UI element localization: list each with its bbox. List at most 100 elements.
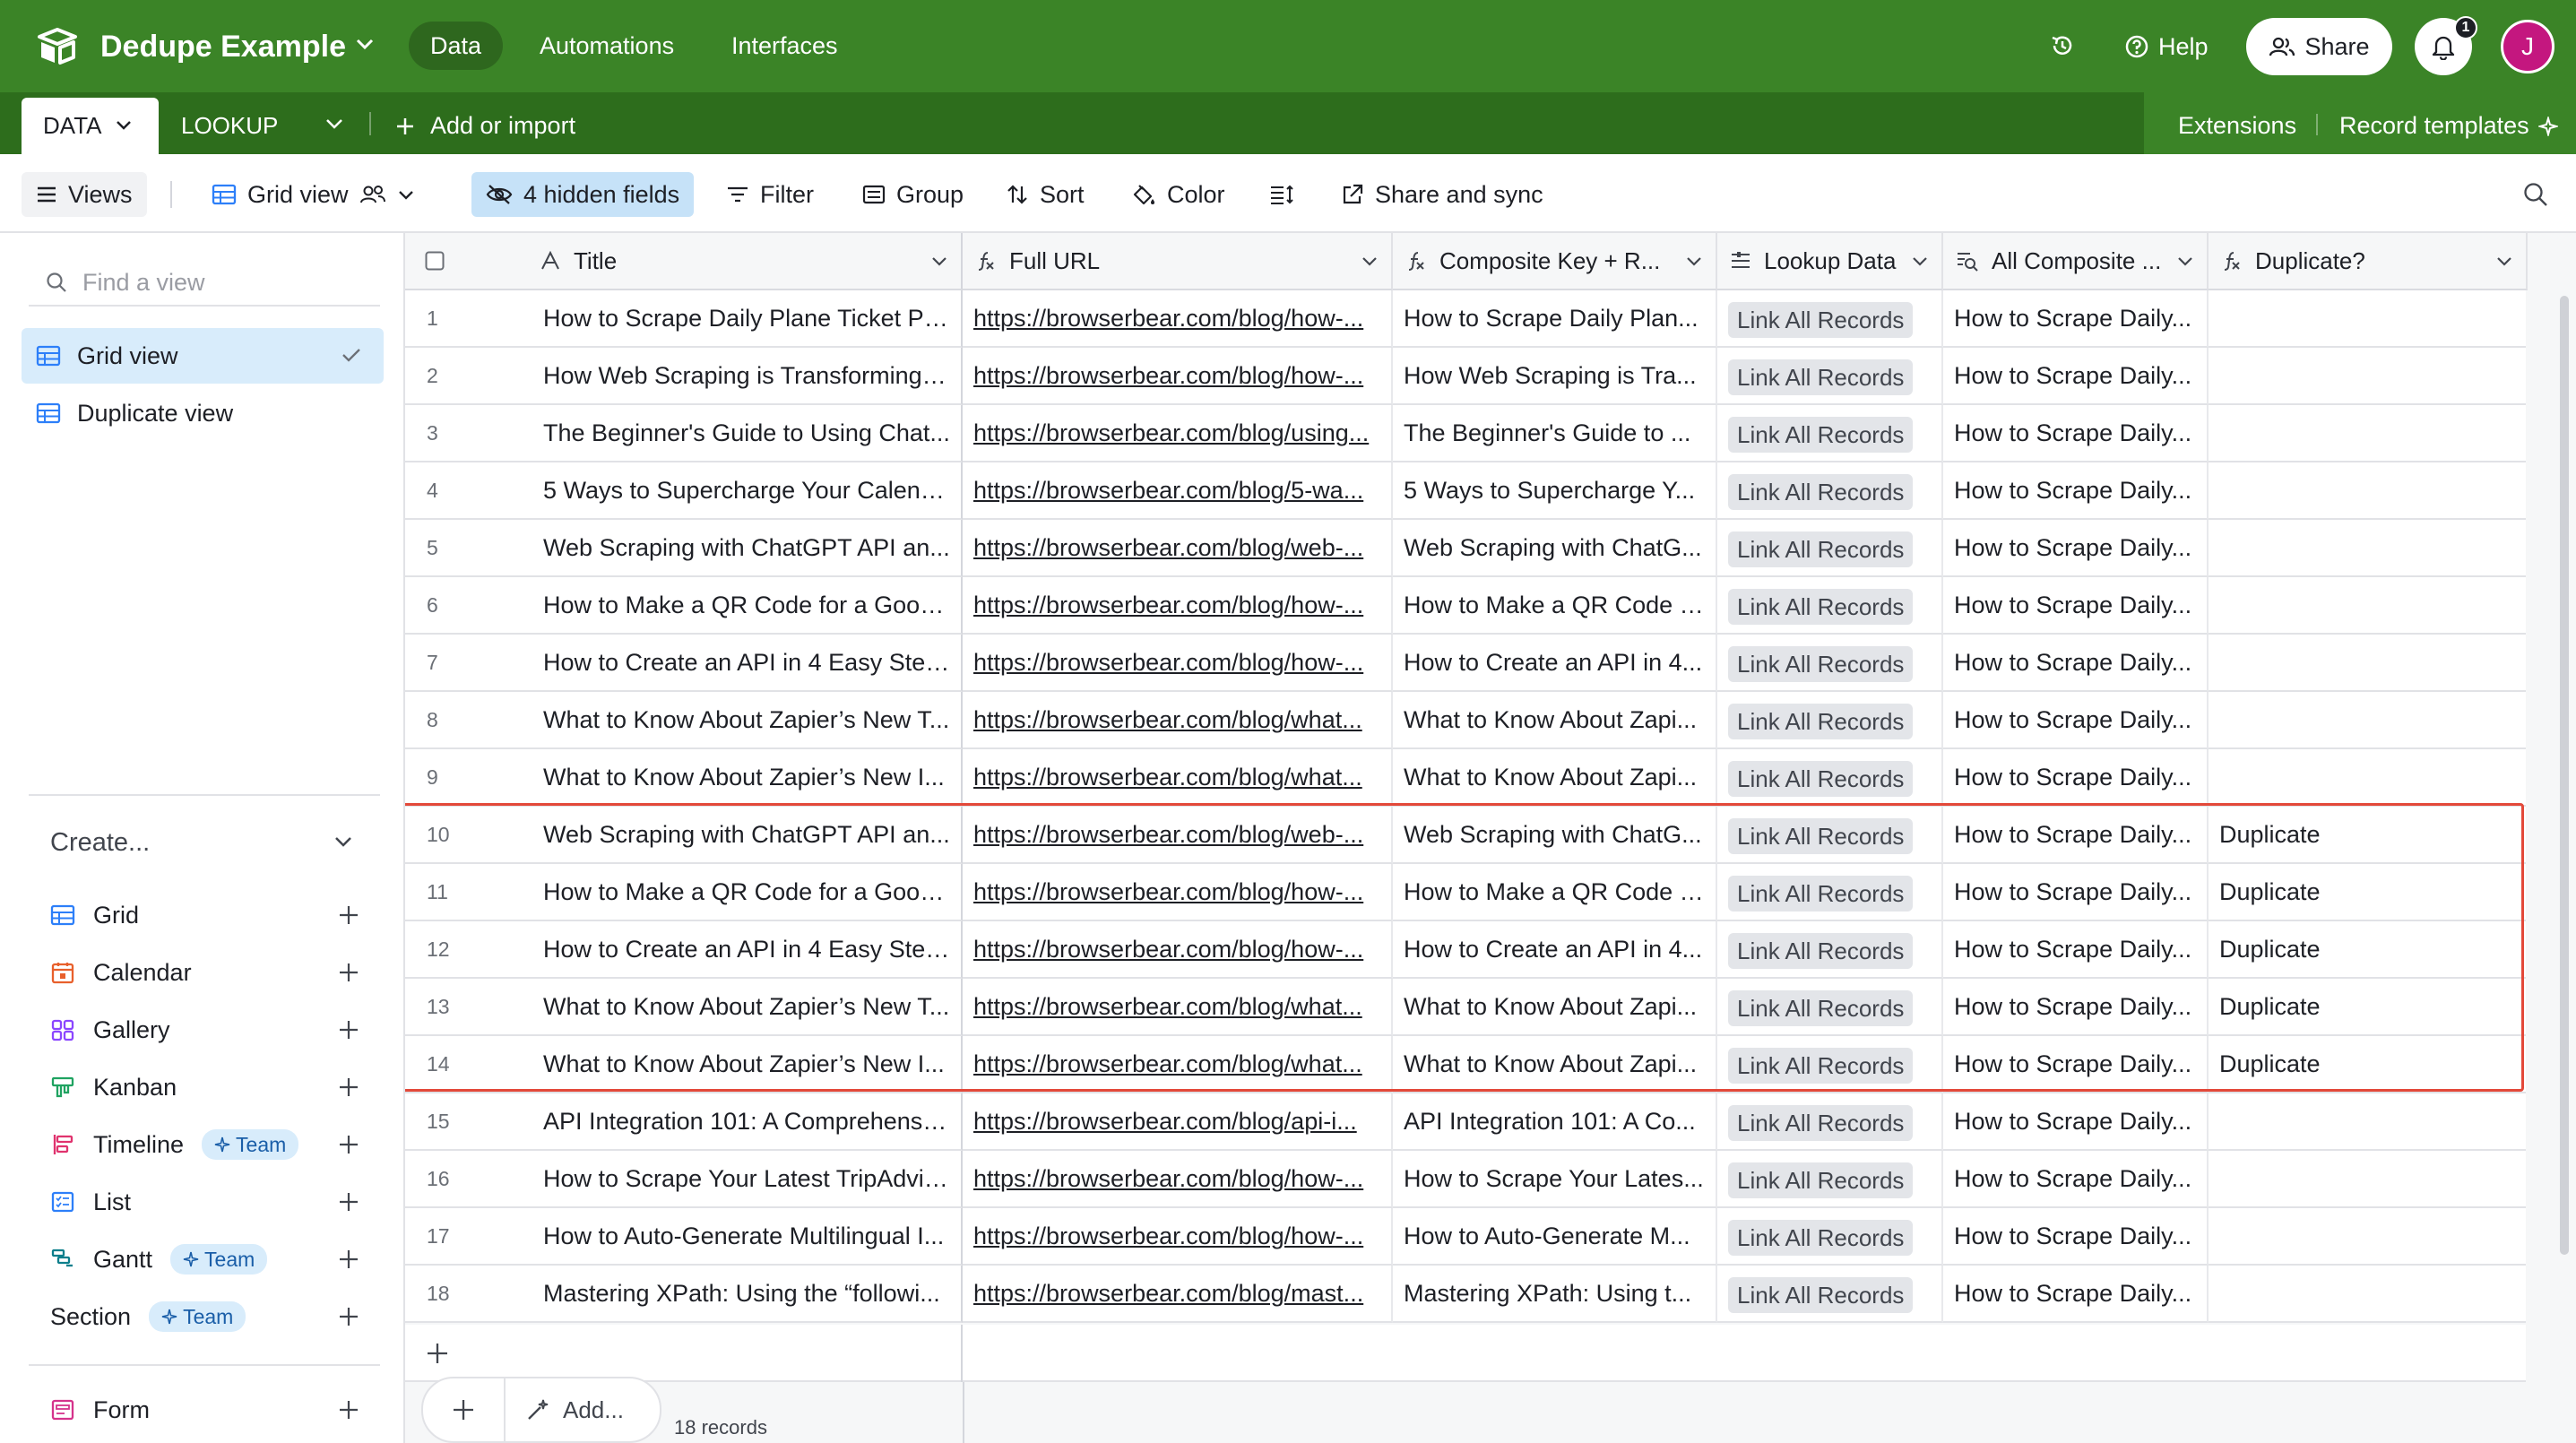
table-row[interactable]: 9 What to Know About Zapier’s New I... htt… [405,749,2526,807]
duplicate-cell[interactable]: Duplicate [2209,979,2526,1036]
plus-icon[interactable] [423,1377,506,1443]
hidden-fields-button[interactable]: 4 hidden fields [471,172,695,217]
table-row[interactable]: 45 Ways to Supercharge Your Calend... htt… [405,462,2526,520]
group-button[interactable]: Group [862,172,964,217]
all-composite-cell[interactable]: How to Scrape Daily... [1943,807,2209,864]
composite-key-cell[interactable]: What to Know About Zapi... [1393,979,1717,1036]
extensions-button[interactable]: Extensions [2178,98,2296,154]
full-url-cell[interactable]: https://browserbear.com/blog/how-... [963,577,1393,635]
create-section-heading[interactable]: Create... [50,825,150,860]
duplicate-cell[interactable] [2209,635,2526,692]
sort-button[interactable]: Sort [1006,172,1085,217]
column-menu-chevron-down-icon[interactable] [1911,255,1929,267]
linked-record-chip[interactable]: Link All Records [1728,301,1914,338]
all-composite-cell[interactable]: How to Scrape Daily... [1943,635,2209,692]
record-templates-button[interactable]: Record templates [2339,98,2558,154]
plus-icon[interactable] [337,903,360,927]
plus-icon[interactable] [337,1018,360,1041]
table-row[interactable]: 1 How to Scrape Daily Plane Ticket Pri...… [405,290,2526,348]
all-composite-cell[interactable]: How to Scrape Daily... [1943,864,2209,921]
composite-key-cell[interactable]: Web Scraping with ChatG... [1393,807,1717,864]
lookup-data-cell[interactable]: Link All Records [1717,348,1943,405]
airtable-logo-icon[interactable] [36,27,79,66]
duplicate-cell[interactable] [2209,348,2526,405]
base-menu-chevron-down-icon[interactable] [355,38,375,50]
create-section[interactable]: Section Team [50,1294,360,1339]
lookup-data-cell[interactable]: Link All Records [1717,1208,1943,1266]
add-record-cell[interactable] [405,1325,963,1382]
composite-key-cell[interactable]: How to Scrape Daily Plan... [1393,290,1717,348]
views-toggle-button[interactable]: Views [22,172,147,217]
add-with-ai-button[interactable]: Add... [506,1396,624,1424]
table-row[interactable]: 12 How to Create an API in 4 Easy Step...… [405,921,2526,979]
vertical-scrollbar[interactable] [2560,296,2569,1255]
nav-automations[interactable]: Automations [518,22,696,70]
add-or-import-button[interactable]: Add or import [394,98,575,154]
composite-key-cell[interactable]: How Web Scraping is Tra... [1393,348,1717,405]
url-link[interactable]: https://browserbear.com/blog/how-... [973,1223,1363,1249]
duplicate-cell[interactable] [2209,1093,2526,1151]
all-composite-cell[interactable]: How to Scrape Daily... [1943,692,2209,749]
duplicate-cell[interactable]: Duplicate [2209,864,2526,921]
duplicate-cell[interactable] [2209,692,2526,749]
lookup-data-cell[interactable]: Link All Records [1717,520,1943,577]
plus-icon[interactable] [337,1133,360,1156]
table-row[interactable]: 16 How to Scrape Your Latest TripAdvis...… [405,1151,2526,1208]
lookup-data-cell[interactable]: Link All Records [1717,979,1943,1036]
all-composite-cell[interactable]: How to Scrape Daily... [1943,1151,2209,1208]
url-link[interactable]: https://browserbear.com/blog/what... [973,993,1362,1020]
lookup-data-cell[interactable]: Link All Records [1717,290,1943,348]
full-url-cell[interactable]: https://browserbear.com/blog/how-... [963,864,1393,921]
column-header-duplicate[interactable]: Duplicate? [2209,233,2528,290]
composite-key-cell[interactable]: Web Scraping with ChatG... [1393,520,1717,577]
duplicate-cell[interactable] [2209,1208,2526,1266]
column-menu-chevron-down-icon[interactable] [1361,255,1379,267]
table-row[interactable]: 11 How to Make a QR Code for a Googl... ht… [405,864,2526,921]
title-cell[interactable]: What to Know About Zapier’s New T... [532,979,963,1036]
color-button[interactable]: Color [1131,172,1225,217]
full-url-cell[interactable]: https://browserbear.com/blog/what... [963,692,1393,749]
composite-key-cell[interactable]: How to Make a QR Code f... [1393,577,1717,635]
linked-record-chip[interactable]: Link All Records [1728,875,1914,912]
all-composite-cell[interactable]: How to Scrape Daily... [1943,348,2209,405]
nav-data[interactable]: Data [409,22,504,70]
composite-key-cell[interactable]: What to Know About Zapi... [1393,1036,1717,1093]
create-gallery-view[interactable]: Gallery [50,1007,360,1052]
full-url-cell[interactable]: https://browserbear.com/blog/how-... [963,635,1393,692]
table-row[interactable]: 5 Web Scraping with ChatGPT API an... http… [405,520,2526,577]
duplicate-cell[interactable] [2209,405,2526,462]
create-grid-view[interactable]: Grid [50,893,360,938]
plus-icon[interactable] [337,961,360,984]
composite-key-cell[interactable]: The Beginner's Guide to ... [1393,405,1717,462]
title-cell[interactable]: How to Create an API in 4 Easy Step... [532,921,963,979]
duplicate-cell[interactable] [2209,577,2526,635]
history-icon[interactable] [2049,32,2076,59]
title-cell[interactable]: What to Know About Zapier’s New T... [532,692,963,749]
lookup-data-cell[interactable]: Link All Records [1717,405,1943,462]
duplicate-cell[interactable]: Duplicate [2209,921,2526,979]
add-footer-button[interactable]: Add... [421,1377,661,1443]
plus-icon[interactable] [425,1341,450,1366]
title-cell[interactable]: Web Scraping with ChatGPT API an... [532,807,963,864]
lookup-data-cell[interactable]: Link All Records [1717,577,1943,635]
linked-record-chip[interactable]: Link All Records [1728,1219,1914,1256]
search-icon[interactable] [2522,181,2549,208]
duplicate-cell[interactable] [2209,749,2526,807]
table-row[interactable]: 8 What to Know About Zapier’s New T... htt… [405,692,2526,749]
lookup-data-cell[interactable]: Link All Records [1717,462,1943,520]
duplicate-cell[interactable]: Duplicate [2209,807,2526,864]
table-row[interactable]: 10 Web Scraping with ChatGPT API an... htt… [405,807,2526,864]
url-link[interactable]: https://browserbear.com/blog/mast... [973,1280,1363,1307]
create-kanban-view[interactable]: Kanban [50,1065,360,1110]
view-menu-chevron-down-icon[interactable] [397,189,415,201]
duplicate-cell[interactable] [2209,1266,2526,1323]
table-tab-data[interactable]: DATA [22,98,159,154]
title-cell[interactable]: Web Scraping with ChatGPT API an... [532,520,963,577]
url-link[interactable]: https://browserbear.com/blog/how-... [973,362,1363,389]
table-row[interactable]: 13 What to Know About Zapier’s New T... ht… [405,979,2526,1036]
all-tables-chevron-down-icon[interactable] [324,117,344,130]
column-header-full-url[interactable]: Full URL [963,233,1393,290]
add-record-row[interactable] [405,1325,2526,1382]
create-gantt-view[interactable]: Gantt Team [50,1237,360,1282]
linked-record-chip[interactable]: Link All Records [1728,703,1914,739]
